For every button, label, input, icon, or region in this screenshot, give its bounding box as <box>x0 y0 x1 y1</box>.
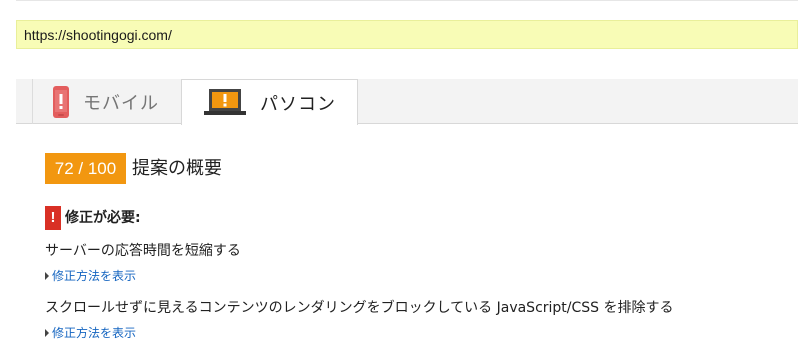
rule-title: サーバーの応答時間を短縮する <box>45 243 241 259</box>
laptop-warning-icon <box>204 88 246 117</box>
url-bar <box>16 20 798 49</box>
exclamation-icon: ! <box>45 206 61 230</box>
summary-title: 提案の概要 <box>132 158 222 179</box>
caret-right-icon <box>45 272 49 280</box>
tab-mobile[interactable]: モバイル <box>32 79 197 124</box>
url-input[interactable] <box>17 21 797 48</box>
must-fix-heading: 修正が必要: <box>65 210 141 226</box>
show-how-to-fix-link[interactable]: 修正方法を表示 <box>45 325 136 341</box>
show-how-to-fix-label: 修正方法を表示 <box>52 269 137 283</box>
top-divider <box>16 0 798 1</box>
caret-right-icon <box>45 329 49 337</box>
phone-warning-icon <box>53 85 69 118</box>
show-how-to-fix-link[interactable]: 修正方法を表示 <box>45 268 136 284</box>
rule-title: スクロールせずに見えるコンテンツのレンダリングをブロックしている JavaScr… <box>45 300 674 316</box>
device-tabs: モバイル パソコン <box>16 79 798 125</box>
show-how-to-fix-label: 修正方法を表示 <box>52 326 137 340</box>
score-badge: 72 / 100 <box>45 153 126 184</box>
tab-desktop[interactable]: パソコン <box>181 79 358 125</box>
tab-desktop-label: パソコン <box>260 93 336 115</box>
tab-mobile-label: モバイル <box>83 92 159 114</box>
